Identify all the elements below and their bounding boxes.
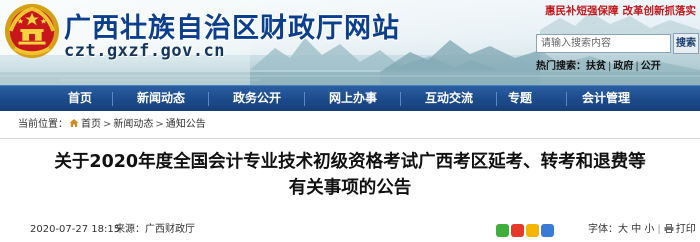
- article-title: 关于2020年度全国会计专业技术初级资格考试广西考区延考、转考和退费等 有关事项…: [0, 149, 700, 201]
- publish-date: 2020-07-27 18:15: [30, 224, 121, 235]
- print-icon[interactable]: [664, 224, 674, 233]
- nav-item-gov-affairs[interactable]: 政务公开: [216, 86, 298, 112]
- nav-divider: [208, 92, 209, 106]
- nav-item-interaction[interactable]: 互动交流: [408, 86, 490, 112]
- search-input[interactable]: 请输入搜索内容: [536, 34, 671, 53]
- hot-word-2[interactable]: 政府: [613, 61, 633, 72]
- font-size-medium[interactable]: 中: [631, 224, 641, 235]
- nav-divider: [304, 92, 305, 106]
- hot-word-3[interactable]: 公开: [641, 61, 661, 72]
- share-qzone-icon[interactable]: [526, 224, 539, 237]
- breadcrumb-notices[interactable]: 通知公告: [166, 119, 206, 130]
- breadcrumb-home[interactable]: 首页: [81, 119, 101, 130]
- share-weibo-icon[interactable]: [511, 224, 524, 237]
- print-link[interactable]: 打印: [676, 224, 696, 235]
- nav-item-home[interactable]: 首页: [56, 86, 104, 112]
- font-size-label: 字体：: [588, 224, 618, 235]
- breadcrumb-separator: >: [103, 119, 112, 130]
- nav-divider: [496, 92, 497, 106]
- home-icon: [69, 119, 79, 127]
- header-slogan: 惠民补短强保障 改革创新抓落实: [545, 3, 696, 18]
- article-title-line-1: 关于2020年度全国会计专业技术初级资格考试广西考区延考、转考和退费等: [54, 152, 646, 172]
- main-nav: 首页 新闻动态 政务公开 网上办事 互动交流 专题 会计管理: [0, 85, 700, 111]
- font-size-large[interactable]: 大: [618, 224, 628, 235]
- article-title-line-2: 有关事项的公告: [288, 178, 412, 198]
- share-wechat-icon[interactable]: [496, 224, 509, 237]
- breadcrumb-news[interactable]: 新闻动态: [113, 119, 153, 130]
- font-size-small[interactable]: 小: [644, 224, 654, 235]
- nav-divider: [566, 92, 567, 106]
- nav-item-news[interactable]: 新闻动态: [120, 86, 202, 112]
- article-source: 来源：广西财政厅: [115, 224, 195, 235]
- breadcrumb-separator: >: [155, 119, 164, 130]
- header-banner: 广西壮族自治区财政厅网站 czt.gxzf.gov.cn 惠民补短强保障 改革创新…: [0, 0, 700, 85]
- hot-search: 热门搜索：扶贫 | 政府 | 公开: [536, 61, 661, 72]
- nav-item-online-services[interactable]: 网上办事: [312, 86, 394, 112]
- nav-item-topics[interactable]: 专题: [500, 86, 540, 112]
- slogan-1: 惠民补短强保障: [545, 5, 619, 17]
- site-title[interactable]: 广西壮族自治区财政厅网站: [64, 6, 400, 45]
- site-domain: czt.gxzf.gov.cn: [64, 41, 226, 61]
- article-tools: 字体：大 中 小 | 打印: [588, 224, 696, 235]
- nav-item-accounting[interactable]: 会计管理: [570, 86, 642, 112]
- search-button[interactable]: 搜索: [673, 33, 699, 54]
- hot-word-1[interactable]: 扶贫: [586, 61, 606, 72]
- share-bar: [496, 224, 556, 237]
- national-emblem-icon[interactable]: [3, 2, 61, 60]
- breadcrumb: 当前位置： 首页 > 新闻动态 > 通知公告: [0, 111, 700, 139]
- nav-divider: [400, 92, 401, 106]
- slogan-2: 改革创新抓落实: [622, 5, 697, 17]
- share-more-icon[interactable]: [541, 224, 554, 237]
- breadcrumb-prefix: 当前位置：: [18, 119, 68, 130]
- hot-search-label: 热门搜索：: [536, 61, 586, 72]
- nav-divider: [112, 92, 113, 106]
- article-meta: 2020-07-27 18:15 来源：广西财政厅 字体：大 中 小 | 打印: [0, 218, 700, 242]
